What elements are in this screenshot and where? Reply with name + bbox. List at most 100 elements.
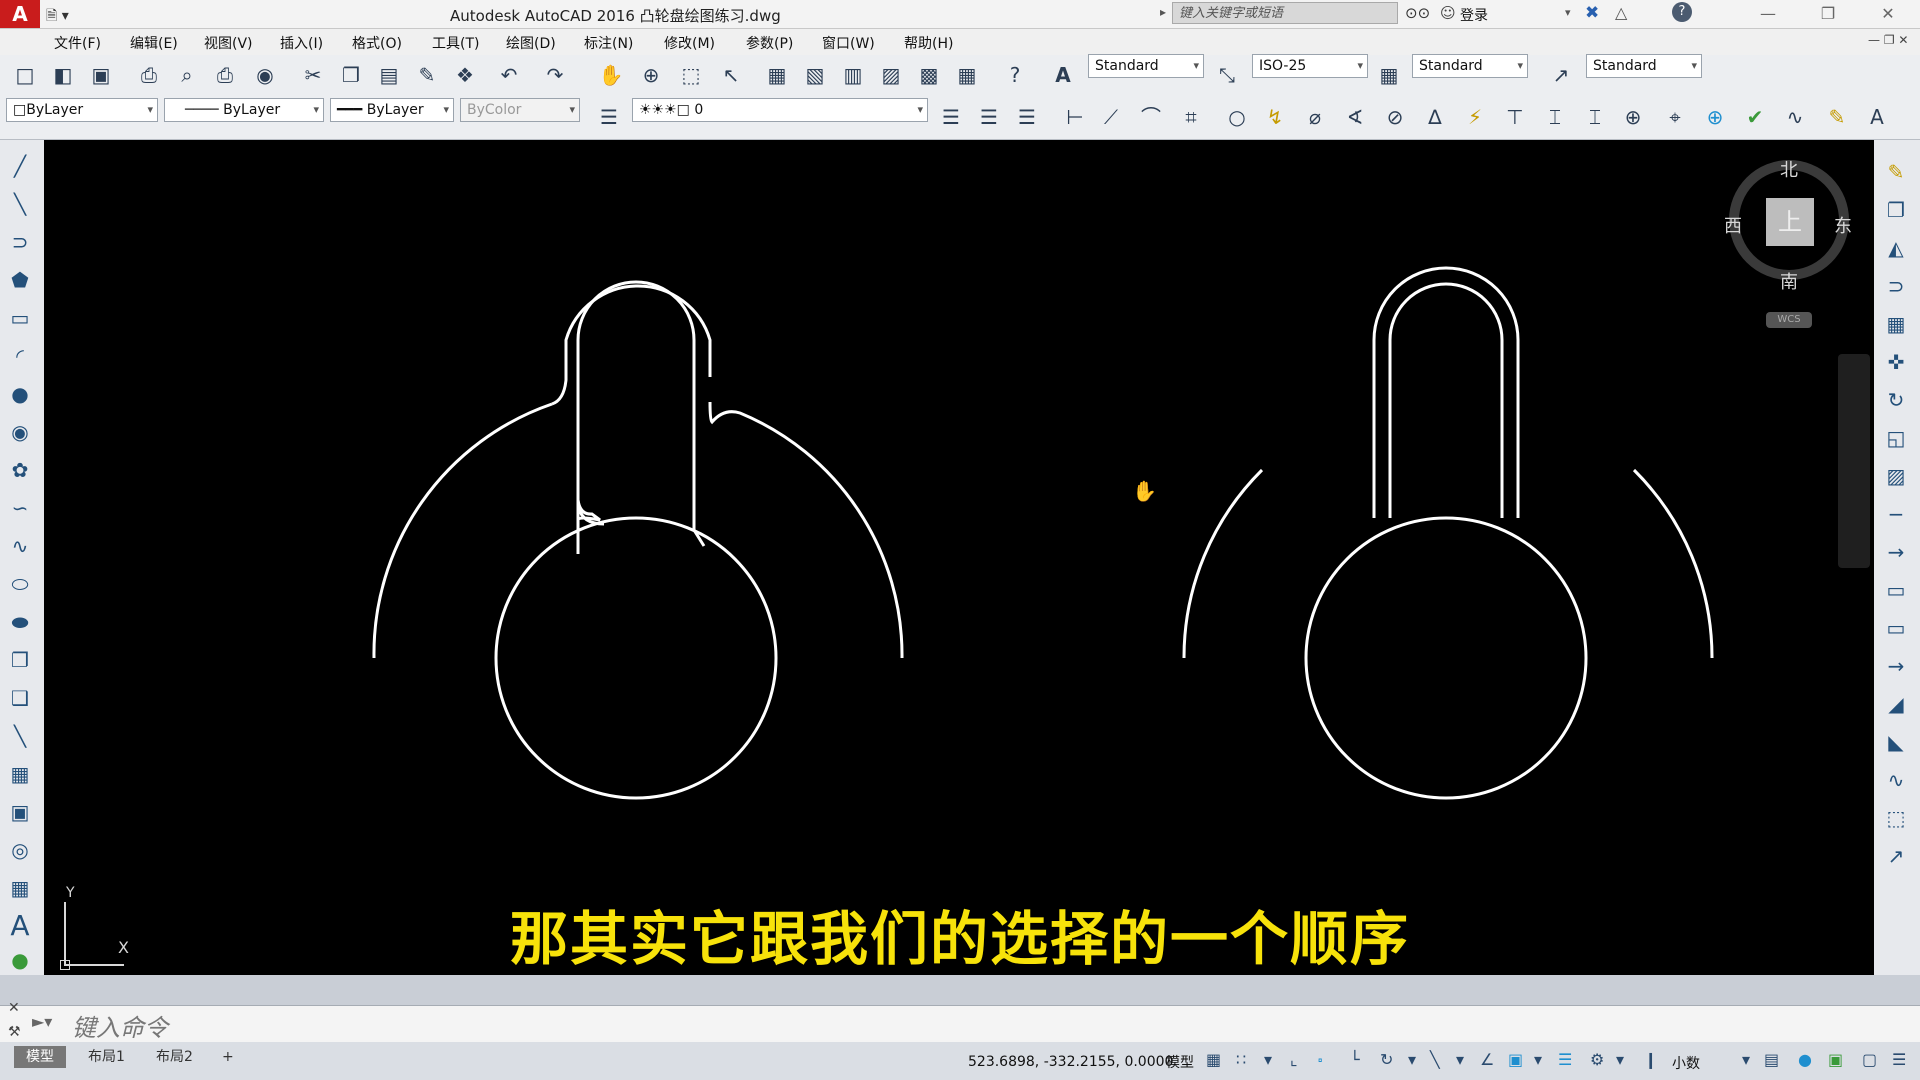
search-expand-icon[interactable]: ▸ (1160, 5, 1166, 19)
move-icon[interactable]: ✜ (1880, 346, 1912, 378)
3d-operations-icon[interactable]: ⬚ (1880, 802, 1912, 834)
user-icon[interactable]: ☺ (1440, 4, 1456, 22)
viewcube-top-face[interactable]: 上 (1766, 198, 1814, 246)
layer-states-icon[interactable]: ☰ (1012, 102, 1042, 132)
copy-object-icon[interactable]: ❐ (1880, 194, 1912, 226)
explode-icon[interactable]: ↗ (1880, 840, 1912, 872)
blend-curves-icon[interactable]: ∿ (1880, 764, 1912, 796)
viewcube-south[interactable]: 南 (1780, 268, 1798, 294)
doc-window-controls[interactable]: — ❐ ✕ (1868, 33, 1908, 47)
ortho-icon[interactable]: └ (1350, 1050, 1360, 1069)
jogged-linear-icon[interactable]: ∿ (1780, 102, 1810, 132)
scale-icon[interactable]: ◱ (1880, 422, 1912, 454)
publish-icon[interactable]: ⎙ (210, 60, 240, 90)
dim-text-edit-icon[interactable]: A (1862, 102, 1892, 132)
offset-icon[interactable]: ⊃ (1880, 270, 1912, 302)
menu-tools[interactable]: 工具(T) (432, 33, 479, 53)
multileader-style-icon[interactable]: ↗ (1546, 60, 1576, 90)
object-snap-icon[interactable]: ▣ (1508, 1050, 1523, 1069)
linear-dimension-icon[interactable]: ⊢ (1060, 102, 1090, 132)
quick-dimension-lightning-icon[interactable]: ⚡ (1460, 102, 1490, 132)
navigation-bar[interactable] (1838, 354, 1870, 568)
viewcube-east[interactable]: 东 (1834, 212, 1852, 238)
arc-icon[interactable]: ◜ (4, 340, 36, 372)
zoom-previous-icon[interactable]: ↖ (716, 60, 746, 90)
mirror-icon[interactable]: ◭ (1880, 232, 1912, 264)
zoom-window-icon[interactable]: ⬚ (676, 60, 706, 90)
menu-view[interactable]: 视图(V) (204, 33, 253, 53)
menu-parametric[interactable]: 参数(P) (746, 33, 793, 53)
trim-icon[interactable]: − (1880, 498, 1912, 530)
units-select[interactable]: 小数 (1672, 1053, 1700, 1073)
dimension-break-icon[interactable]: ⊕ (1618, 102, 1648, 132)
ordinate-dimension-icon[interactable]: ⌗ (1176, 102, 1206, 132)
jogged-dimension-icon[interactable]: ↯ (1260, 102, 1290, 132)
multileader-style-select[interactable]: Standard ▾ (1586, 54, 1702, 78)
polyline-icon[interactable]: ⊃ (4, 226, 36, 258)
extend-icon[interactable]: → (1880, 536, 1912, 568)
tab-layout2[interactable]: 布局2 (144, 1046, 205, 1068)
stretch-icon[interactable]: ▨ (1880, 460, 1912, 492)
object-snap-tracking-icon[interactable]: ∠ (1480, 1050, 1494, 1069)
revision-cloud-icon[interactable]: ◉ (4, 416, 36, 448)
dimension-space-icon[interactable]: ⌶ (1580, 102, 1610, 132)
menu-window[interactable]: 窗口(W) (822, 33, 875, 53)
sheet-set-icon[interactable]: ▨ (876, 60, 906, 90)
close-button[interactable]: ✕ (1866, 2, 1910, 26)
wcs-menu-button[interactable]: WCS (1766, 312, 1812, 328)
ellipse-icon[interactable]: ⬭ (4, 568, 36, 600)
menu-modify[interactable]: 修改(M) (664, 33, 715, 53)
workspace-dropdown-icon[interactable]: ▾ (1616, 1050, 1624, 1069)
lineweight-icon[interactable]: ☰ (1558, 1050, 1572, 1069)
fillet-icon[interactable]: ◣ (1880, 726, 1912, 758)
object-snap-dropdown-icon[interactable]: ▾ (1534, 1050, 1542, 1069)
baseline-dimension-icon[interactable]: ⊤ (1500, 102, 1530, 132)
menu-insert[interactable]: 插入(I) (280, 33, 323, 53)
viewcube-north[interactable]: 北 (1780, 156, 1798, 182)
text-style-select[interactable]: Standard ▾ (1088, 54, 1204, 78)
block-editor-icon[interactable]: ❖ (450, 60, 480, 90)
polar-tracking-icon[interactable]: ↻ (1380, 1050, 1393, 1069)
polygon-icon[interactable]: ⬟ (4, 264, 36, 296)
center-mark-icon[interactable]: ⊘ (1380, 102, 1410, 132)
inspection-icon[interactable]: ✔ (1740, 102, 1770, 132)
linetype-select[interactable]: ──── ByLayer ▾ (164, 98, 324, 122)
tolerance-icon[interactable]: ⌖ (1660, 102, 1690, 132)
tool-palettes-icon[interactable]: ▥ (838, 60, 868, 90)
a360-icon[interactable]: △ (1615, 3, 1627, 22)
continue-dimension-icon[interactable]: ⌶ (1540, 102, 1570, 132)
menu-edit[interactable]: 编辑(E) (130, 33, 178, 53)
match-properties-icon[interactable]: ✎ (412, 60, 442, 90)
undo-icon[interactable]: ↶ (494, 60, 524, 90)
rotate-icon[interactable]: ↻ (1880, 384, 1912, 416)
table-style-select[interactable]: Standard ▾ (1412, 54, 1528, 78)
quick-access-toolbar[interactable]: 🗎 ▾ (46, 5, 69, 29)
break-icon[interactable]: ▭ (1880, 612, 1912, 644)
make-block-icon[interactable]: ❑ (4, 682, 36, 714)
drawing-canvas[interactable]: ✋ 上 北 南 东 西 WCS Y X (44, 140, 1874, 975)
tab-model[interactable]: 模型 (14, 1046, 66, 1068)
erase-icon[interactable]: ✎ (1880, 156, 1912, 188)
quick-dimension-icon[interactable]: ∆ (1420, 102, 1450, 132)
infer-constraints-icon[interactable]: ⌞ (1290, 1050, 1298, 1069)
save-icon[interactable]: ▣ (86, 60, 116, 90)
help-toolbar-icon[interactable]: ? (1000, 60, 1030, 90)
ellipse-arc-icon[interactable]: ⬬ (4, 606, 36, 638)
model-space-toggle[interactable]: 模型 (1166, 1052, 1194, 1072)
plot-preview-icon[interactable]: ⌕ (172, 60, 202, 90)
help-icon[interactable]: ? (1672, 2, 1692, 22)
hardware-acceleration-icon[interactable]: ▣ (1828, 1050, 1843, 1069)
plot-icon[interactable]: ⎙ (134, 60, 164, 90)
restore-button[interactable]: ❐ (1806, 2, 1850, 26)
spline-fit-icon[interactable]: ∿ (4, 530, 36, 562)
isolate-objects-icon[interactable]: ● (1798, 1050, 1812, 1069)
snap-dropdown-icon[interactable]: ▾ (1264, 1050, 1272, 1069)
login-dropdown-icon[interactable]: ▾ (1565, 6, 1571, 19)
dim-style-icon[interactable]: ⤡ (1212, 60, 1242, 90)
break-at-point-icon[interactable]: ▭ (1880, 574, 1912, 606)
diameter-dimension-icon[interactable]: ⌀ (1300, 102, 1330, 132)
circle-icon[interactable]: ● (4, 378, 36, 410)
cloud-icon[interactable]: ✿ (4, 454, 36, 486)
menu-format[interactable]: 格式(O) (352, 33, 402, 53)
rectangle-icon[interactable]: ▭ (4, 302, 36, 334)
